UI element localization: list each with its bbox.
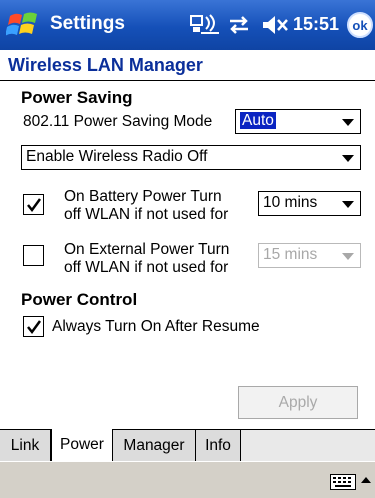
power-saving-heading: Power Saving — [21, 88, 133, 107]
tab-power[interactable]: Power — [51, 429, 113, 461]
checkmark-icon — [27, 320, 42, 335]
header-divider — [0, 80, 375, 81]
title-bar: Settings 15:51 ok — [0, 0, 375, 50]
power-control-heading: Power Control — [21, 290, 138, 309]
external-power-checkbox[interactable] — [23, 245, 44, 266]
battery-timeout-value: 10 mins — [263, 194, 318, 211]
checkmark-icon — [27, 198, 42, 213]
app-title: Settings — [50, 13, 125, 34]
volume-muted-icon[interactable] — [260, 13, 290, 37]
chevron-down-icon — [342, 253, 354, 260]
tab-bar: Link Power Manager Info — [0, 429, 375, 461]
resume-label[interactable]: Always Turn On After Resume — [52, 318, 260, 336]
tab-link[interactable]: Link — [0, 430, 51, 461]
apply-button[interactable]: Apply — [238, 386, 358, 419]
clock[interactable]: 15:51 — [293, 14, 339, 35]
page-title: Wireless LAN Manager — [8, 55, 203, 75]
external-timeout-value: 15 mins — [263, 246, 318, 263]
sip-toggle-arrow-icon[interactable] — [361, 477, 371, 483]
wireless-radio-dropdown[interactable]: Enable Wireless Radio Off — [21, 145, 361, 170]
sync-arrows-icon[interactable] — [226, 13, 252, 37]
battery-checkbox[interactable] — [23, 194, 44, 215]
chevron-down-icon — [342, 119, 354, 126]
windows-start-icon[interactable] — [5, 8, 40, 42]
wireless-radio-value: Enable Wireless Radio Off — [26, 148, 208, 165]
tab-manager[interactable]: Manager — [113, 430, 196, 461]
chevron-down-icon — [342, 155, 354, 162]
external-timeout-dropdown[interactable]: 15 mins — [258, 243, 361, 268]
wifi-connection-icon[interactable] — [189, 13, 223, 37]
ok-button[interactable]: ok — [347, 12, 373, 38]
tab-info[interactable]: Info — [196, 430, 241, 461]
battery-timeout-dropdown[interactable]: 10 mins — [258, 191, 361, 216]
external-label-line1: On External Power Turn — [64, 241, 230, 258]
power-saving-mode-value: Auto — [240, 112, 276, 129]
battery-label-line1: On Battery Power Turn — [64, 188, 222, 205]
power-saving-mode-dropdown[interactable]: Auto — [235, 109, 361, 134]
keyboard-icon[interactable] — [330, 474, 356, 490]
menu-bar — [0, 461, 375, 498]
resume-checkbox[interactable] — [23, 316, 44, 337]
power-saving-mode-label: 802.11 Power Saving Mode — [23, 113, 213, 130]
external-label-line2: off WLAN if not used for — [64, 259, 229, 276]
chevron-down-icon — [342, 201, 354, 208]
battery-label-line2: off WLAN if not used for — [64, 206, 229, 223]
